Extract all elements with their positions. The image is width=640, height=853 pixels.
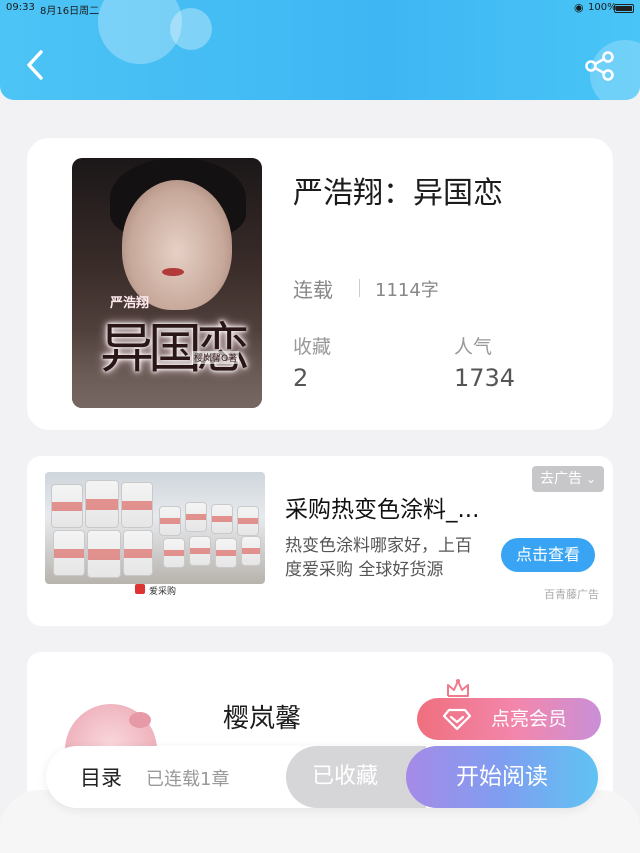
ad-view-button[interactable]: 点击查看 — [501, 538, 595, 572]
status-date: 8月16日周二 — [40, 6, 100, 17]
diamond-icon — [443, 708, 471, 731]
ad-bucket — [159, 506, 181, 536]
remove-ad-label: 去广告 — [540, 471, 582, 487]
ad-logo-text: 爱采购 — [149, 587, 177, 597]
ad-logo-icon — [135, 584, 145, 594]
divider — [359, 279, 360, 297]
ad-bucket — [189, 536, 211, 566]
wifi-icon: ◉ — [574, 1, 584, 14]
popularity-label: 人气 — [454, 336, 493, 358]
cover-author: 樱岚馨O著 — [192, 351, 240, 364]
vip-button-label: 点亮会员 — [491, 708, 568, 730]
ad-bucket — [215, 538, 237, 568]
ad-bucket — [123, 530, 153, 576]
ad-bucket — [51, 484, 83, 528]
battery-percent: 100% — [588, 2, 617, 13]
cover-title: 异国恋 — [100, 317, 250, 380]
chapter-count[interactable]: 已连载1章 — [146, 765, 229, 791]
ad-bucket — [121, 482, 153, 528]
book-cover[interactable]: 严浩翔 异国恋 樱岚馨O著 — [72, 158, 262, 408]
ad-bucket — [87, 530, 121, 578]
word-count: 1114字 — [375, 280, 439, 301]
ad-bucket — [211, 504, 233, 534]
remove-ad-button[interactable]: 去广告 ⌄ — [532, 466, 604, 492]
crown-icon — [447, 679, 469, 697]
status-time: 09:33 — [6, 2, 35, 13]
author-name[interactable]: 樱岚馨 — [223, 698, 301, 735]
start-reading-button[interactable]: 开始阅读 — [406, 746, 598, 808]
chevron-left-icon[interactable] — [22, 48, 50, 82]
cover-face — [122, 180, 232, 310]
ad-image[interactable] — [45, 472, 265, 584]
book-title: 严浩翔：异国恋 — [293, 176, 503, 211]
book-status: 连载 — [293, 278, 333, 302]
app-header: 09:33 8月16日周二 ◉ 100% — [0, 0, 640, 100]
share-icon[interactable] — [584, 50, 616, 82]
collected-button[interactable]: 已收藏 — [286, 746, 426, 808]
ad-bucket — [241, 536, 261, 566]
ad-description: 热变色涂料哪家好，上百度爱采购 全球好货源 — [285, 536, 472, 580]
status-bar: 09:33 8月16日周二 ◉ 100% — [0, 0, 640, 17]
favorites-label: 收藏 — [293, 336, 332, 358]
toc-button[interactable]: 目录 — [80, 762, 122, 792]
ad-source: 百青藤广告 — [544, 588, 599, 601]
favorites-value: 2 — [293, 364, 309, 392]
ad-bucket — [85, 480, 119, 528]
book-info-card: 严浩翔 异国恋 樱岚馨O著 严浩翔：异国恋 连载 1114字 收藏 2 人气 1… — [27, 138, 613, 430]
vip-button[interactable]: 点亮会员 — [417, 698, 601, 740]
battery-icon — [614, 4, 634, 13]
ad-bucket — [185, 502, 207, 532]
popularity-value: 1734 — [454, 364, 516, 392]
chevron-down-icon: ⌄ — [585, 472, 596, 486]
ad-bucket — [237, 506, 259, 536]
ad-bucket — [53, 530, 85, 576]
cover-lips — [162, 268, 184, 276]
ad-bucket — [163, 538, 185, 568]
ad-card[interactable]: 爱采购 去广告 ⌄ 采购热变色涂料_... 热变色涂料哪家好，上百度爱采购 全球… — [27, 456, 613, 626]
ad-title[interactable]: 采购热变色涂料_... — [285, 490, 515, 524]
bottom-action-bar: 目录 已连载1章 已收藏 开始阅读 — [46, 746, 598, 808]
